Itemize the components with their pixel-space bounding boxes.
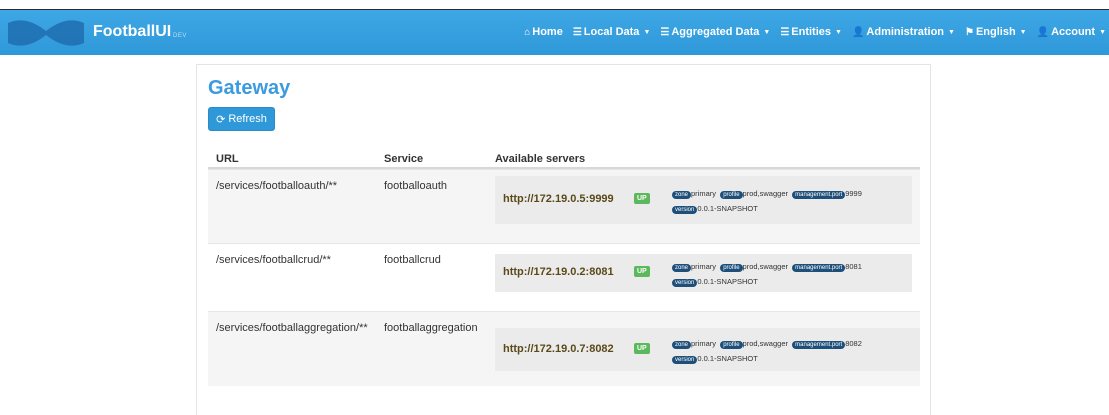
nav-item-aggregated-data[interactable]: ☰ Aggregated Data ▼	[660, 26, 770, 38]
caret-down-icon: ▼	[948, 28, 955, 36]
user-plus-icon: 👤	[851, 26, 865, 38]
port-label: management.port	[792, 191, 846, 199]
version-value: 0.0.1-SNAPSHOT	[697, 353, 758, 363]
version-label: version	[672, 355, 698, 364]
zone-label: zone	[672, 264, 692, 272]
caret-down-icon: ▼	[1019, 28, 1027, 36]
zone-value: primary	[691, 262, 717, 271]
refresh-label: Refresh	[228, 113, 267, 125]
server-url: http://172.19.0.7:8082	[503, 342, 614, 355]
profile-label: profile	[720, 191, 743, 199]
server-url: http://172.19.0.2:8081	[503, 266, 614, 278]
table-row: /services/footballaggregation/** footbal…	[208, 311, 920, 386]
nav-label: Aggregated Data	[671, 26, 760, 38]
main-nav: ⌂ Home ☰ Local Data ▼ ☰ Aggregated Data ▼ ☰ Entit…	[524, 26, 1106, 38]
environment-badge: DEV	[173, 33, 187, 39]
service-name: footballaggregation	[384, 322, 478, 334]
server-metadata: zone primary profile prod,swagger manageme…	[672, 260, 862, 290]
service-name: footballcrud	[384, 254, 441, 266]
nav-label: Entities	[791, 26, 832, 38]
table-row: /services/footballoauth/** footballoauth…	[208, 169, 920, 243]
caret-down-icon: ▼	[643, 28, 651, 36]
nav-label: English	[975, 26, 1016, 38]
nav-label: Local Data	[583, 26, 640, 38]
version-value: 0.0.1-SNAPSHOT	[697, 204, 758, 213]
caret-down-icon: ▼	[835, 28, 842, 36]
server-instance: http://172.19.0.2:8081 UP zone primary pr…	[495, 254, 912, 292]
version-value: 0.0.1-SNAPSHOT	[697, 277, 758, 286]
server-instance: http://172.19.0.5:9999 UP zone primary pr…	[495, 176, 912, 224]
nav-item-administration[interactable]: 👤 Administration ▼	[852, 26, 955, 38]
brand-name[interactable]: FootballUI	[93, 23, 171, 41]
server-metadata: zone primary profile prod,swagger manageme…	[672, 337, 862, 367]
table-row: /services/footballcrud/** footballcrud h…	[208, 243, 920, 311]
list-icon: ☰	[660, 26, 670, 38]
flag-icon: ⚑	[964, 26, 974, 38]
nav-label: Home	[532, 26, 563, 38]
service-name: footballoauth	[384, 180, 447, 192]
zone-value: primary	[691, 338, 717, 348]
table-header: URL Service Available servers	[208, 145, 920, 169]
gateway-card: Gateway ⟳ Refresh URL Service Available …	[196, 64, 931, 415]
port-value: 9999	[845, 189, 862, 198]
server-url: http://172.19.0.5:9999	[503, 193, 614, 205]
status-badge: UP	[634, 193, 650, 204]
home-icon: ⌂	[524, 26, 531, 38]
page-title: Gateway	[208, 77, 291, 99]
port-label: management.port	[792, 340, 846, 349]
top-border	[0, 0, 1109, 9]
nav-item-account[interactable]: 👤 Account ▼	[1037, 26, 1106, 38]
profile-label: profile	[720, 340, 743, 349]
zone-label: zone	[672, 191, 692, 199]
nav-item-local-data[interactable]: ☰ Local Data ▼	[573, 26, 651, 38]
nav-item-home[interactable]: ⌂ Home	[524, 26, 563, 38]
profile-label: profile	[720, 264, 743, 272]
header-url: URL	[216, 153, 239, 165]
caret-down-icon: ▼	[1099, 28, 1106, 36]
server-instance: http://172.19.0.7:8082 UP zone primary pr…	[495, 328, 920, 371]
route-url: /services/footballcrud/**	[216, 254, 331, 266]
user-icon: 👤	[1036, 26, 1050, 38]
profile-value: prod,swagger	[742, 262, 788, 271]
header-service: Service	[384, 153, 424, 165]
list-icon: ☰	[780, 26, 790, 38]
route-url: /services/footballoauth/**	[216, 180, 338, 192]
version-label: version	[672, 206, 698, 214]
nav-label: Account	[1051, 26, 1096, 38]
nav-label: Administration	[866, 26, 945, 38]
route-url: /services/footballaggregation/**	[216, 322, 368, 334]
caret-down-icon: ▼	[763, 28, 771, 36]
refresh-icon: ⟳	[216, 113, 226, 126]
server-metadata: zone primary profile prod,swagger manageme…	[672, 187, 862, 217]
version-label: version	[672, 279, 698, 287]
nav-item-entities[interactable]: ☰ Entities ▼	[780, 26, 842, 38]
port-value: 8081	[845, 262, 862, 271]
port-value: 8082	[845, 338, 862, 348]
zone-label: zone	[672, 340, 692, 349]
status-badge: UP	[634, 266, 650, 277]
refresh-button[interactable]: ⟳ Refresh	[208, 107, 275, 131]
status-badge: UP	[634, 342, 650, 354]
list-icon: ☰	[572, 26, 582, 38]
profile-value: prod,swagger	[742, 338, 788, 348]
header-servers: Available servers	[495, 153, 586, 165]
navbar: FootballUI DEV ⌂ Home ☰ Local Data ▼ ☰ Aggrega…	[0, 9, 1109, 55]
profile-value: prod,swagger	[742, 189, 788, 198]
bowtie-logo-icon[interactable]	[6, 17, 86, 49]
nav-item-english[interactable]: ⚑ English ▼	[965, 26, 1027, 38]
port-label: management.port	[792, 264, 846, 272]
zone-value: primary	[691, 189, 717, 198]
